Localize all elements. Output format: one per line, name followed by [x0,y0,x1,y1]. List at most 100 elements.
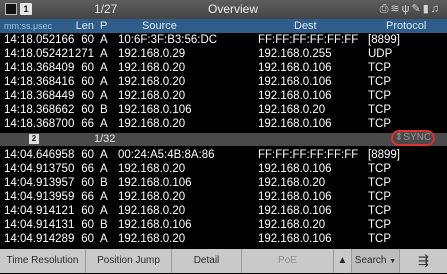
cell-source: 192.168.0.20 [118,163,186,175]
scroll-up-button[interactable]: ▲ [334,249,352,273]
sync-button[interactable]: ⇕SYNC [391,130,435,146]
cell-len: 60 [81,34,94,46]
cell-protocol: TCP [368,219,391,231]
cell-p: A [100,205,108,217]
cell-p: A [100,34,108,46]
cell-source: 192.168.0.20 [118,118,186,130]
function-toolbar: Time Resolution Position Jump Detail PoE… [0,249,447,273]
print-icon: ⎙ [379,3,391,15]
col-time[interactable]: mm:ss.μsec [4,19,52,33]
sync-label: SYNC [403,132,432,143]
table-row[interactable]: 14:04.913959 66 A 192.168.0.20 192.168.0… [0,190,447,204]
detail-button[interactable]: Detail [172,249,242,273]
cell-time: 14:04.914131 [4,219,75,231]
table-row[interactable]: 14:04.646958 60 A 00:24:A5:4B:8A:86 FF:F… [0,148,447,162]
col-dest[interactable]: Dest [294,19,317,33]
col-p[interactable]: P [100,19,107,33]
cell-protocol: TCP [368,90,391,102]
cell-len: 60 [81,90,94,102]
position-jump-button[interactable]: Position Jump [86,249,172,273]
cell-len: 60 [81,62,94,74]
poe-button[interactable]: PoE [242,249,334,273]
cell-protocol: [8899] [368,149,400,161]
cell-time: 14:04.646958 [4,149,75,161]
table-row[interactable]: 14:18.368416 60 A 192.168.0.20 192.168.0… [0,75,447,89]
cell-dest: FF:FF:FF:FF:FF:FF [258,149,359,161]
cell-p: A [100,149,108,161]
cell-protocol: TCP [368,104,391,116]
cell-p: A [100,233,108,245]
cell-time: 14:18.368700 [4,118,75,130]
cell-source: 192.168.0.20 [118,90,186,102]
table-row[interactable]: 14:04.914289 60 A 192.168.0.20 192.168.0… [0,232,447,246]
cell-source: 192.168.0.20 [118,76,186,88]
cell-source: 00:24:A5:4B:8A:86 [118,149,215,161]
cell-dest: 192.168.0.106 [258,118,332,130]
cell-len: 60 [81,219,94,231]
status-icons: ⎙≋ψ✎▮♫ [380,2,441,16]
cell-protocol: TCP [368,62,391,74]
cell-p: A [100,62,108,74]
screen-title: Overview [207,2,258,16]
cell-len: 66 [81,163,94,175]
cell-p: B [100,104,108,116]
table-row[interactable]: 14:04.914121 60 A 192.168.0.20 192.168.0… [0,204,447,218]
cell-protocol: TCP [368,118,391,130]
table-row[interactable]: 14:18.368700 66 A 192.168.0.20 192.168.0… [0,117,447,131]
menu-icon[interactable]: ⇶ [400,249,447,273]
cell-time: 14:04.914121 [4,205,75,217]
table-row[interactable]: 14:04.914131 60 B 192.168.0.106 192.168.… [0,218,447,232]
cell-protocol: TCP [368,233,391,245]
wrench-icon: ✎ [411,3,423,15]
cell-time: 14:18.368449 [4,90,75,102]
cell-dest: 192.168.0.106 [258,76,332,88]
time-resolution-button[interactable]: Time Resolution [0,249,86,273]
cell-len: 60 [81,177,94,189]
pane-divider[interactable]: 2 1/32 [0,133,447,146]
cell-p: B [100,219,108,231]
col-source[interactable]: Source [142,19,177,33]
cell-protocol: TCP [368,191,391,203]
table-row[interactable]: 14:18.052166 60 A 10:6F:3F:B3:56:DC FF:F… [0,33,447,47]
table-row[interactable]: 14:18.368449 60 A 192.168.0.20 192.168.0… [0,89,447,103]
cell-dest: 192.168.0.106 [258,163,332,175]
wifi-icon: ≋ [390,3,402,15]
cell-dest: 192.168.0.106 [258,62,332,74]
cell-len: 60 [81,205,94,217]
cell-time: 14:18.368662 [4,104,75,116]
table-row[interactable]: 14:18.368662 60 B 192.168.0.106 192.168.… [0,103,447,117]
column-header: mm:ss.μsec Len P Source Dest Protocol [0,19,447,33]
cell-dest: 192.168.0.106 [258,233,332,245]
cell-dest: 192.168.0.106 [258,191,332,203]
usb-icon: ψ [401,3,412,15]
cell-dest: 192.168.0.255 [258,48,332,60]
window-number-badge: 1 [20,3,32,15]
cell-time: 14:18.368416 [4,76,75,88]
cell-source: 192.168.0.20 [118,233,186,245]
cell-protocol: [8899] [368,34,400,46]
cell-source: 192.168.0.106 [118,104,192,116]
table-row[interactable]: 14:18.052421 271 A 192.168.0.29 192.168.… [0,47,447,61]
cell-p: A [100,118,108,130]
col-protocol[interactable]: Protocol [386,19,426,33]
search-label: Search [354,255,387,266]
table-row[interactable]: 14:18.368409 60 A 192.168.0.20 192.168.0… [0,61,447,75]
cell-dest: 192.168.0.20 [258,219,326,231]
bell-icon: ♫ [430,3,441,15]
cell-dest: 192.168.0.20 [258,104,326,116]
cell-len: 66 [81,118,94,130]
cell-p: B [100,177,108,189]
table-row[interactable]: 14:04.913957 60 B 192.168.0.106 192.168.… [0,176,447,190]
cell-len: 60 [81,149,94,161]
cell-source: 192.168.0.20 [118,205,186,217]
table-row[interactable]: 14:04.913750 66 A 192.168.0.20 192.168.0… [0,162,447,176]
cell-p: A [100,48,108,60]
cell-protocol: TCP [368,76,391,88]
cell-len: 66 [81,191,94,203]
cell-time: 14:18.368409 [4,62,75,74]
col-len[interactable]: Len [66,19,94,33]
window-select-icon[interactable] [5,3,17,15]
cell-dest: FF:FF:FF:FF:FF:FF [258,34,359,46]
cell-protocol: TCP [368,177,391,189]
search-button[interactable]: Search ▼ [352,249,400,273]
